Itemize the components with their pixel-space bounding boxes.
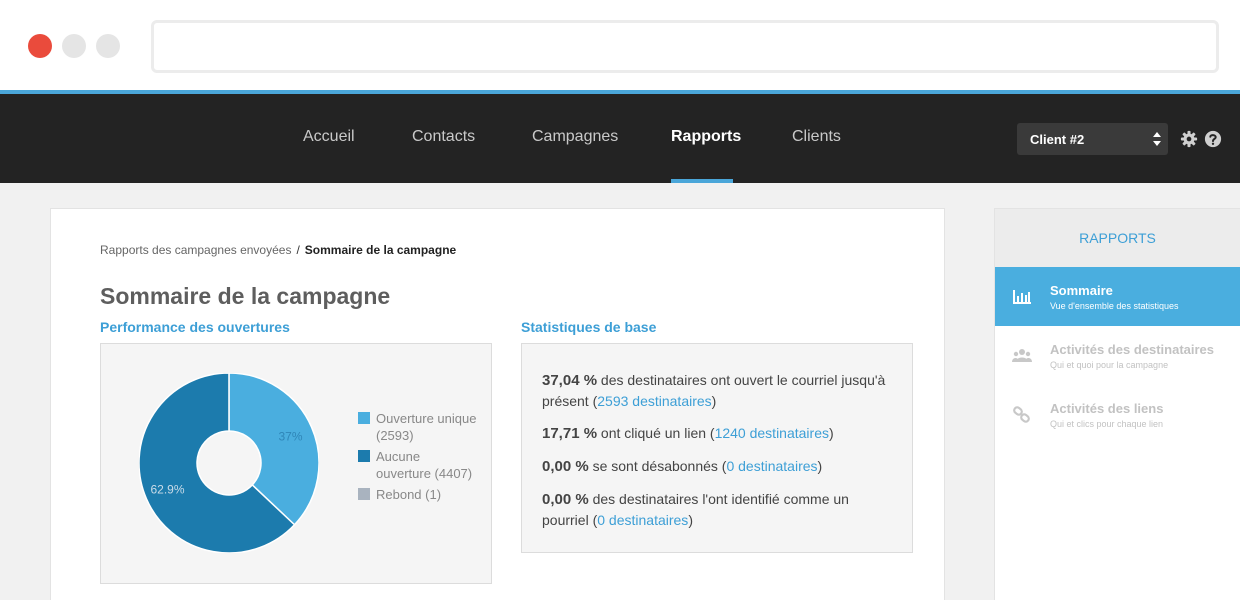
- campaign-summary-card: Rapports des campagnes envoyées / Sommaire…: [50, 208, 945, 600]
- breadcrumb-parent-link[interactable]: Rapports des campagnes envoyées: [100, 243, 291, 257]
- stat-spam-link[interactable]: 0 destinataires: [597, 512, 688, 528]
- stat-unsubscribed: 0,00 % se sont désabonnés (0 destinatair…: [542, 456, 894, 477]
- pie-slice-label: 37%: [279, 429, 303, 443]
- help-icon[interactable]: [1204, 130, 1222, 148]
- sidebar-item-subtitle: Qui et quoi pour la campagne: [1050, 360, 1169, 370]
- client-select-value: Client #2: [1030, 132, 1085, 147]
- nav-contacts[interactable]: Contacts: [412, 128, 475, 146]
- reports-sidebar: RAPPORTS Sommaire Vue d'ensemble des sta…: [994, 208, 1240, 600]
- pie-slice-label: 62.9%: [150, 483, 184, 497]
- stat-unsubscribed-link[interactable]: 0 destinataires: [726, 458, 817, 474]
- address-bar[interactable]: [151, 20, 1219, 73]
- legend-swatch: [358, 412, 370, 424]
- select-arrows-icon: [1153, 132, 1161, 146]
- stat-unsubscribed-pct: 0,00 %: [542, 458, 589, 475]
- stat-spam: 0,00 % des destinataires l'ont identifié…: [542, 489, 894, 530]
- stat-clicked-text: ont cliqué un lien (: [597, 425, 715, 441]
- stat-clicked-pct: 17,71 %: [542, 425, 598, 442]
- performance-section-title: Performance des ouvertures: [100, 319, 290, 335]
- sidebar-item-subtitle: Qui et clics pour chaque lien: [1050, 419, 1164, 429]
- close-window-dot[interactable]: [28, 34, 52, 58]
- client-select[interactable]: Client #2: [1017, 123, 1168, 155]
- stat-opened-end: ): [711, 393, 717, 409]
- breadcrumb-current: Sommaire de la campagne: [304, 243, 457, 257]
- stat-spam-pct: 0,00 %: [542, 491, 589, 508]
- nav-clients[interactable]: Clients: [792, 128, 841, 146]
- legend-item[interactable]: Ouverture unique (2593): [358, 410, 478, 444]
- stat-opened-link[interactable]: 2593 destinataires: [597, 393, 711, 409]
- sidebar-item-sommaire[interactable]: Sommaire Vue d'ensemble des statistiques: [995, 267, 1240, 326]
- basic-stats-panel: 37,04 % des destinataires ont ouvert le …: [521, 343, 913, 553]
- stat-clicked-link[interactable]: 1240 destinataires: [715, 425, 829, 441]
- nav-campagnes[interactable]: Campagnes: [532, 128, 618, 146]
- gear-icon[interactable]: [1180, 130, 1198, 148]
- nav-accueil[interactable]: Accueil: [303, 128, 355, 146]
- users-icon: [1012, 349, 1032, 362]
- stat-unsubscribed-end: ): [817, 458, 823, 474]
- legend-item[interactable]: Aucune ouverture (4407): [358, 448, 478, 482]
- legend-label: Aucune ouverture (4407): [376, 449, 473, 481]
- legend-label: Ouverture unique (2593): [376, 411, 477, 443]
- bar-chart-icon: [1013, 290, 1031, 304]
- sidebar-item-activites-liens[interactable]: Activités des liens Qui et clics pour ch…: [995, 385, 1240, 444]
- stat-opened: 37,04 % des destinataires ont ouvert le …: [542, 370, 894, 411]
- donut-chart: 37% 62.9%: [139, 373, 319, 553]
- sidebar-item-subtitle: Vue d'ensemble des statistiques: [1050, 301, 1179, 311]
- chart-legend: Ouverture unique (2593) Aucune ouverture …: [358, 410, 478, 507]
- stat-clicked-end: ): [829, 425, 834, 441]
- sidebar-item-label: Sommaire: [1050, 283, 1113, 298]
- stat-unsubscribed-text: se sont désabonnés (: [588, 458, 727, 474]
- stat-spam-text: des destinataires l'ont identifié comme …: [542, 491, 849, 528]
- legend-item[interactable]: Rebond (1): [358, 486, 478, 503]
- nav-rapports[interactable]: Rapports: [671, 128, 741, 146]
- open-performance-chart: 37% 62.9% Ouverture unique (2593) Aucune o…: [100, 343, 492, 584]
- minimize-window-dot[interactable]: [62, 34, 86, 58]
- breadcrumb: Rapports des campagnes envoyées / Sommaire…: [100, 243, 456, 257]
- stat-clicked: 17,71 % ont cliqué un lien (1240 destina…: [542, 423, 894, 444]
- stats-section-title: Statistiques de base: [521, 319, 657, 335]
- sidebar-header: RAPPORTS: [995, 209, 1240, 267]
- link-icon: [1013, 406, 1030, 423]
- browser-chrome: [0, 0, 1240, 90]
- stat-spam-end: ): [688, 512, 693, 528]
- maximize-window-dot[interactable]: [96, 34, 120, 58]
- breadcrumb-separator: /: [296, 243, 300, 257]
- sidebar-item-label: Activités des liens: [1050, 401, 1164, 416]
- stat-opened-pct: 37,04 %: [542, 372, 598, 389]
- top-navigation: Accueil Contacts Campagnes Rapports Clie…: [0, 90, 1240, 183]
- sidebar-item-label: Activités des destinataires: [1050, 342, 1215, 357]
- page-title: Sommaire de la campagne: [100, 283, 391, 309]
- legend-swatch: [358, 450, 370, 462]
- legend-swatch: [358, 488, 370, 500]
- sidebar-item-activites-destinataires[interactable]: Activités des destinataires Qui et quoi …: [995, 326, 1240, 385]
- legend-label: Rebond (1): [376, 487, 442, 502]
